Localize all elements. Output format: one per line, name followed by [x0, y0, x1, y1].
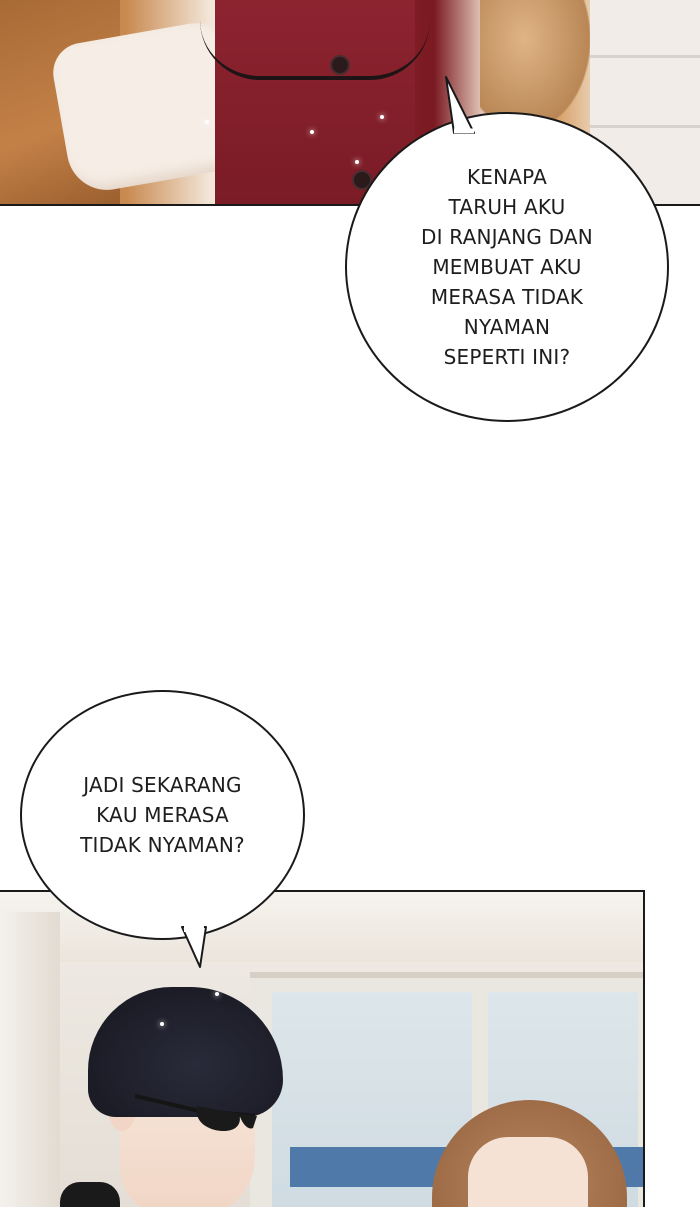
speech-bubble-text: JADI SEKARANG KAU MERASA TIDAK NYAMAN?: [80, 773, 245, 857]
sparkle: [205, 120, 209, 124]
man-collar-illustration: [60, 1182, 120, 1207]
bubble-tail: [445, 76, 475, 134]
woman-face-illustration: [468, 1137, 588, 1207]
speech-bubble-reply: JADI SEKARANG KAU MERASA TIDAK NYAMAN?: [20, 690, 305, 940]
shirt-collar-line: [200, 10, 430, 80]
shirt-button: [330, 55, 350, 75]
pillar-illustration: [0, 912, 60, 1207]
sparkle: [215, 992, 219, 996]
sparkle: [310, 130, 314, 134]
sunglasses-icon: [135, 1094, 257, 1132]
bubble-tail: [181, 926, 207, 968]
speech-bubble-text: KENAPA TARUH AKU DI RANJANG DAN MEMBUAT …: [421, 165, 593, 369]
speech-bubble-question: KENAPA TARUH AKU DI RANJANG DAN MEMBUAT …: [345, 112, 669, 422]
sparkle: [355, 160, 359, 164]
hair-illustration: [480, 0, 590, 130]
sparkle: [160, 1022, 164, 1026]
bottom-comic-panel: [0, 890, 645, 1207]
sparkle: [380, 115, 384, 119]
